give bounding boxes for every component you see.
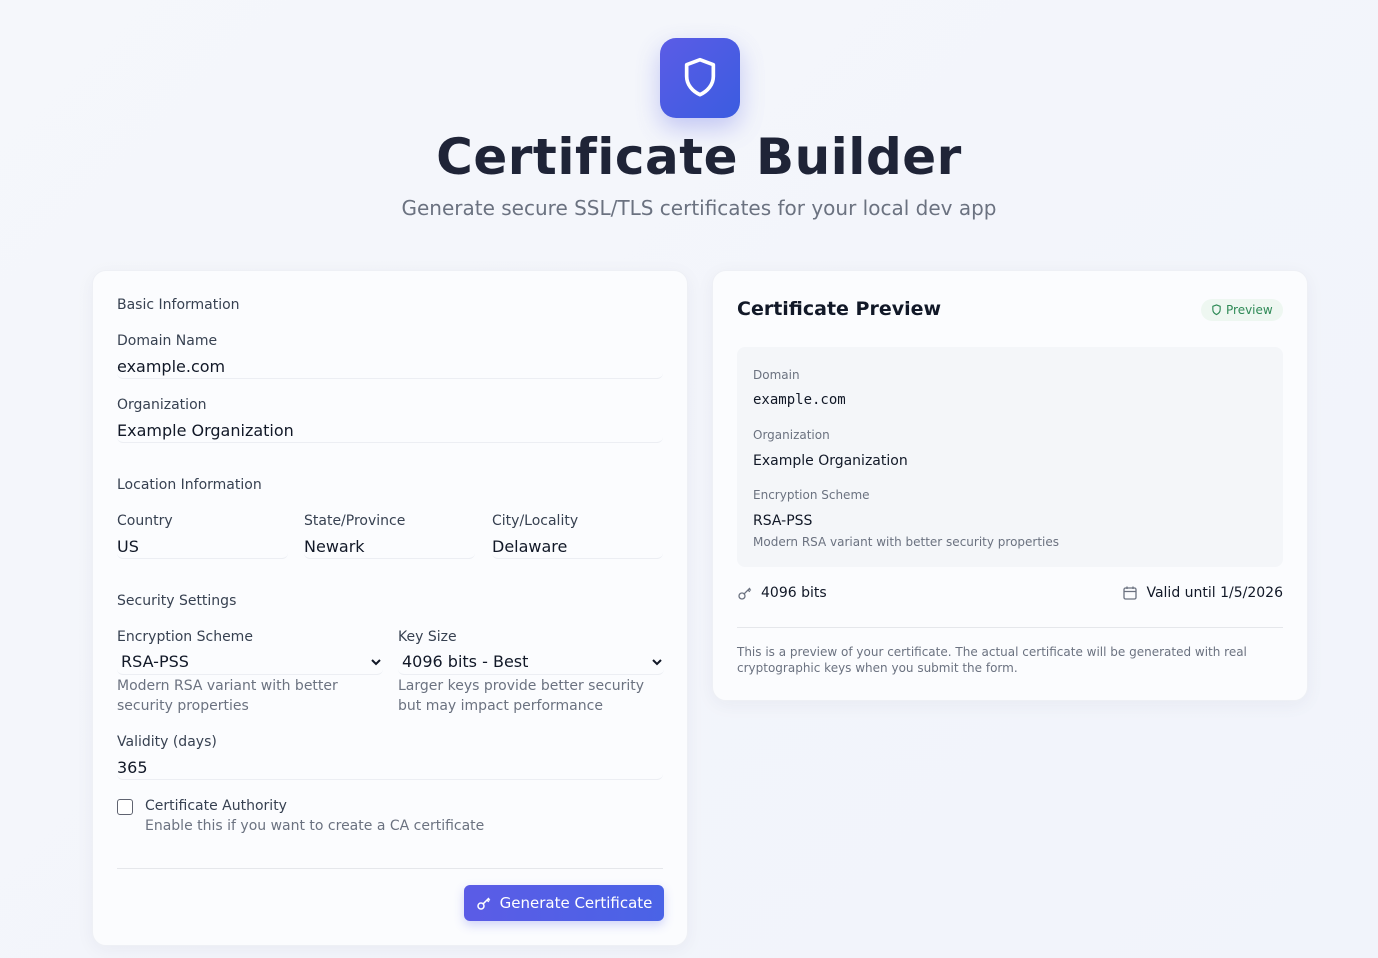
- calendar-icon: [1123, 586, 1138, 600]
- encryption-scheme-help: Modern RSA variant with better security …: [117, 676, 338, 716]
- page-title: Certificate Builder: [436, 128, 962, 186]
- preview-key-bits: 4096 bits: [737, 585, 827, 601]
- preview-organization-label: Organization: [753, 428, 830, 442]
- key-size-select[interactable]: 4096 bits - Best: [398, 649, 664, 675]
- section-security-settings: Security Settings: [117, 593, 237, 609]
- country-label: Country: [117, 513, 173, 529]
- encryption-scheme-help-line-2: security properties: [117, 698, 249, 714]
- preview-valid-until: Valid until 1/5/2026: [1122, 585, 1283, 601]
- preview-domain-value: example.com: [753, 392, 846, 408]
- form-divider: [117, 868, 663, 869]
- section-basic-information: Basic Information: [117, 297, 240, 313]
- key-size-help-line-1: Larger keys provide better security: [398, 678, 645, 694]
- country-input[interactable]: [117, 535, 288, 559]
- chevron-down-icon: [371, 658, 381, 665]
- city-input[interactable]: [492, 535, 663, 559]
- preview-divider: [737, 627, 1283, 628]
- preview-scheme-label: Encryption Scheme: [753, 488, 870, 502]
- certificate-authority-checkbox[interactable]: [117, 799, 133, 815]
- generate-certificate-label: Generate Certificate: [499, 894, 653, 912]
- key-size-help: Larger keys provide better security but …: [398, 676, 644, 716]
- domain-input[interactable]: [117, 355, 663, 379]
- preview-scheme-description: Modern RSA variant with better security …: [753, 535, 1060, 549]
- preview-badge-label: Preview: [1226, 303, 1273, 317]
- preview-badge: Preview: [1201, 299, 1283, 321]
- preview-note-line-2: cryptographic keys when you submit the f…: [737, 661, 1018, 675]
- organization-label: Organization: [117, 397, 207, 413]
- key-icon: [476, 897, 490, 910]
- state-input[interactable]: [304, 535, 475, 559]
- key-size-help-line-2: but may impact performance: [398, 698, 603, 714]
- shield-icon: [684, 57, 716, 97]
- preview-details: Domain example.com Organization Example …: [737, 347, 1283, 567]
- encryption-scheme-value: RSA-PSS: [121, 652, 189, 671]
- certificate-authority-label: Certificate Authority: [145, 798, 287, 814]
- certificate-preview: Certificate Preview Preview Domain examp…: [712, 270, 1308, 701]
- shield-icon: [1212, 304, 1221, 316]
- certificate-form: Basic Information Domain Name Organizati…: [92, 270, 688, 946]
- preview-valid-until-text: Valid until 1/5/2026: [1146, 585, 1283, 601]
- encryption-scheme-select[interactable]: RSA-PSS: [117, 649, 383, 675]
- domain-label: Domain Name: [117, 333, 218, 349]
- preview-organization-value: Example Organization: [753, 453, 908, 469]
- certificate-authority-help: Enable this if you want to create a CA c…: [145, 818, 485, 834]
- preview-scheme-value: RSA-PSS: [753, 513, 813, 529]
- key-size-label: Key Size: [398, 629, 457, 645]
- preview-key-bits-text: 4096 bits: [761, 585, 827, 601]
- state-label: State/Province: [304, 513, 406, 529]
- validity-label: Validity (days): [117, 734, 217, 750]
- generate-certificate-button[interactable]: Generate Certificate: [464, 885, 664, 921]
- validity-input[interactable]: [117, 756, 663, 780]
- encryption-scheme-label: Encryption Scheme: [117, 629, 253, 645]
- page: Certificate Builder Generate secure SSL/…: [0, 0, 1378, 958]
- chevron-down-icon: [652, 658, 662, 665]
- key-icon: [738, 587, 752, 600]
- preview-domain-label: Domain: [753, 368, 800, 382]
- page-subtitle: Generate secure SSL/TLS certificates for…: [401, 196, 997, 220]
- key-size-value: 4096 bits - Best: [402, 652, 529, 671]
- preview-title: Certificate Preview: [737, 298, 942, 320]
- preview-note-line-1: This is a preview of your certificate. T…: [737, 645, 1247, 659]
- city-label: City/Locality: [492, 513, 579, 529]
- organization-input[interactable]: [117, 419, 663, 443]
- encryption-scheme-help-line-1: Modern RSA variant with better: [117, 678, 338, 694]
- app-logo: [660, 38, 740, 118]
- preview-note: This is a preview of your certificate. T…: [737, 644, 1283, 676]
- section-location-information: Location Information: [117, 477, 262, 493]
